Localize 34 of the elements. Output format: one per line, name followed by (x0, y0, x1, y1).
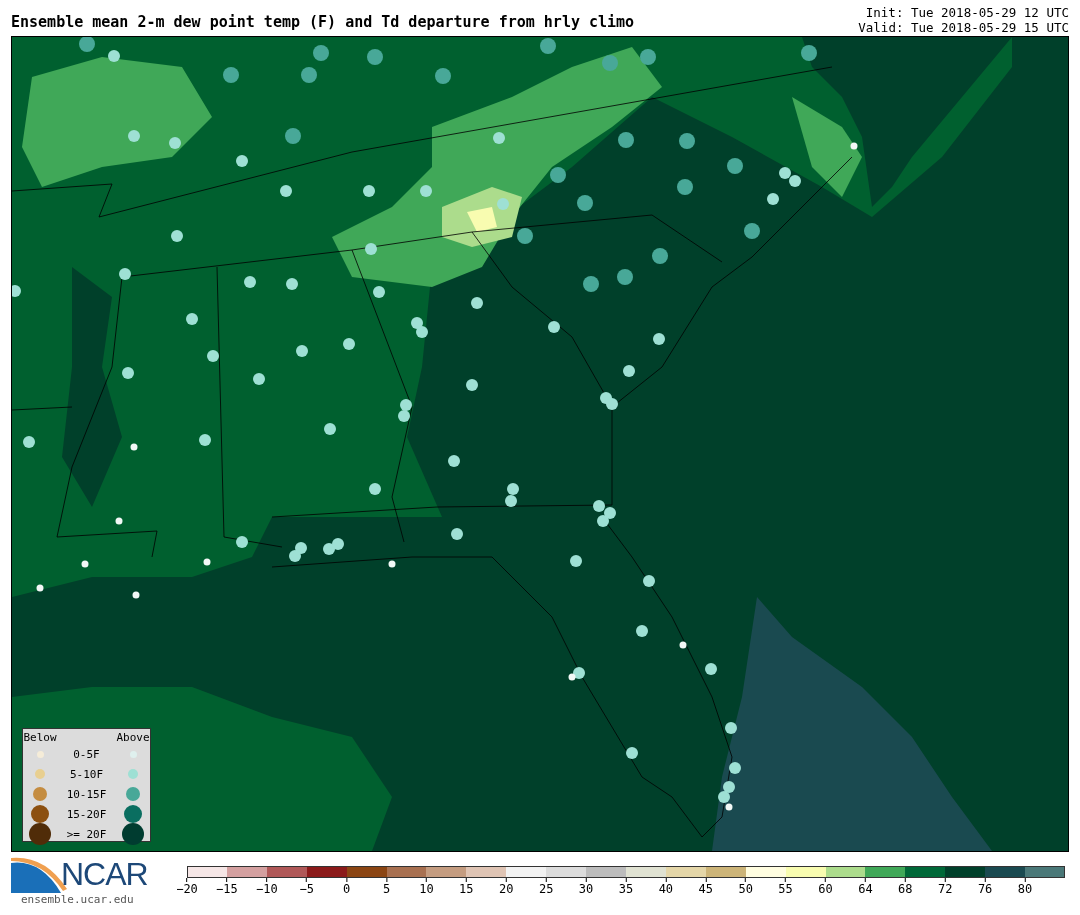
colorbar-tick: 68 (898, 878, 913, 896)
colorbar-tick: 60 (818, 878, 833, 896)
colorbar-tick: 20 (499, 878, 514, 896)
colorbar-tick: 5 (382, 878, 391, 896)
colorbar-tick: 55 (778, 878, 793, 896)
valid-time: Valid: Tue 2018-05-29 15 UTC (858, 20, 1069, 35)
legend-heading: Below (23, 730, 57, 744)
init-time: Init: Tue 2018-05-29 12 UTC (865, 5, 1069, 20)
colorbar-tick: 30 (578, 878, 594, 896)
colorbar-tick: 40 (658, 878, 674, 896)
chart-title: Ensemble mean 2-m dew point temp (F) and Td departure from hrly climo (11, 13, 635, 33)
legend-label: 15-20F (66, 807, 107, 821)
colorbar-tick: 50 (738, 878, 753, 896)
legend-heading: Above (116, 730, 150, 744)
colorbar-tick: 0 (343, 878, 351, 896)
colorbar-tick: 76 (977, 878, 993, 896)
colorbar-tick: 80 (1017, 878, 1033, 896)
colorbar-tick: 72 (938, 878, 953, 896)
colorbar-tick: −10 (255, 878, 278, 896)
colorbar-tick: −15 (216, 878, 238, 896)
colorbar-tick: −5 (299, 878, 314, 896)
colorbar-tick: 64 (858, 878, 873, 896)
legend-label: >= 20F (66, 827, 107, 841)
legend-label: 5-10F (69, 767, 104, 781)
colorbar-tick: 25 (538, 878, 554, 896)
legend-label: 10-15F (66, 787, 107, 801)
colorbar-tick: 35 (618, 878, 634, 896)
colorbar-tick: 15 (459, 878, 474, 896)
website-url: ensemble.ucar.edu (21, 893, 135, 906)
logo-text: NCAR (61, 855, 148, 893)
colorbar-tick: 10 (419, 878, 434, 896)
legend-label: 0-5F (73, 747, 100, 761)
colorbar-tick: 45 (698, 878, 713, 896)
colorbar-tick: −20 (176, 878, 198, 896)
